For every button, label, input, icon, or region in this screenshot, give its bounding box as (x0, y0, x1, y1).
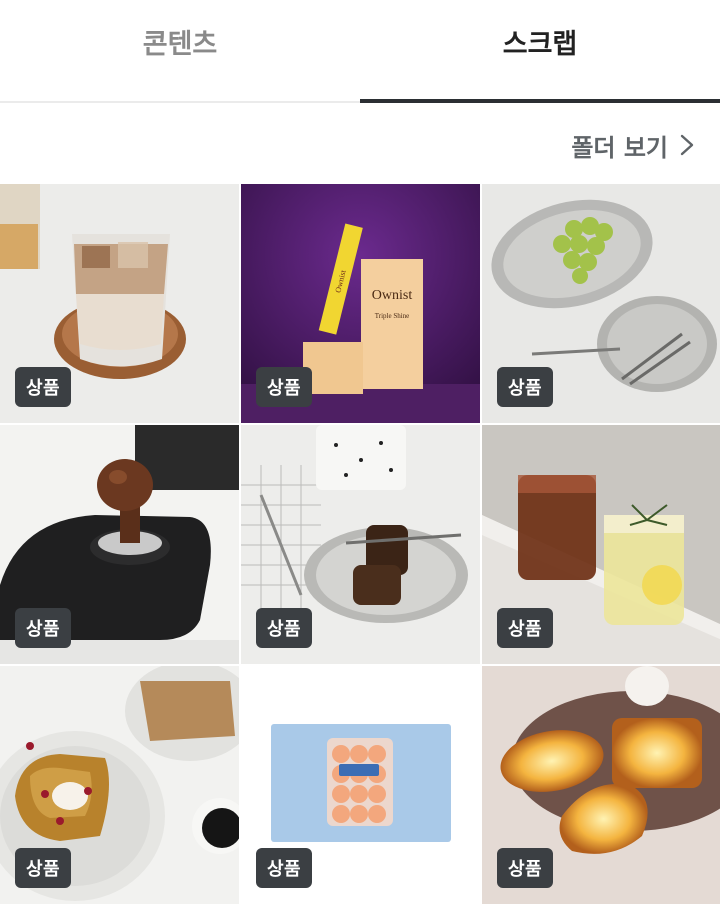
tab-scrap-label: 스크랩 (502, 29, 578, 60)
product-badge: 상품 (497, 367, 554, 407)
product-badge: 상품 (15, 608, 72, 648)
scrap-item-2[interactable]: Ownist Triple Shine Ownist 상품 (241, 184, 480, 423)
product-badge: 상품 (497, 608, 554, 648)
scrap-item-1[interactable]: 상품 (0, 184, 239, 423)
scrap-item-3[interactable]: 상품 (482, 184, 720, 423)
folder-view-label: 폴더 보기 (571, 133, 668, 162)
scrap-grid: 상품 Ownist Triple Shine Ownist 상품 상품 상품 상… (0, 184, 720, 904)
product-badge: 상품 (256, 367, 313, 407)
scrap-item-4[interactable]: 상품 (0, 425, 239, 664)
scrap-item-8[interactable]: 상품 (241, 666, 480, 904)
product-badge: 상품 (15, 367, 72, 407)
product-badge: 상품 (15, 848, 72, 888)
ownist-brand-text: Ownist (372, 288, 413, 303)
scrap-item-5[interactable]: 상품 (241, 425, 480, 664)
scrap-item-9[interactable]: 상품 (482, 666, 720, 904)
tab-bar: 콘텐츠 스크랩 (0, 0, 720, 103)
tab-contents[interactable]: 콘텐츠 (0, 0, 360, 101)
chevron-right-icon (680, 134, 694, 156)
tab-contents-label: 콘텐츠 (142, 29, 218, 60)
product-badge: 상품 (497, 848, 554, 888)
product-badge: 상품 (256, 608, 313, 648)
ownist-sub-text: Triple Shine (375, 312, 410, 320)
scrap-item-7[interactable]: 상품 (0, 666, 239, 904)
folder-view-link[interactable]: 폴더 보기 (571, 120, 694, 170)
product-badge: 상품 (256, 848, 313, 888)
scrap-item-6[interactable]: 상품 (482, 425, 720, 664)
tab-scrap[interactable]: 스크랩 (360, 0, 720, 103)
